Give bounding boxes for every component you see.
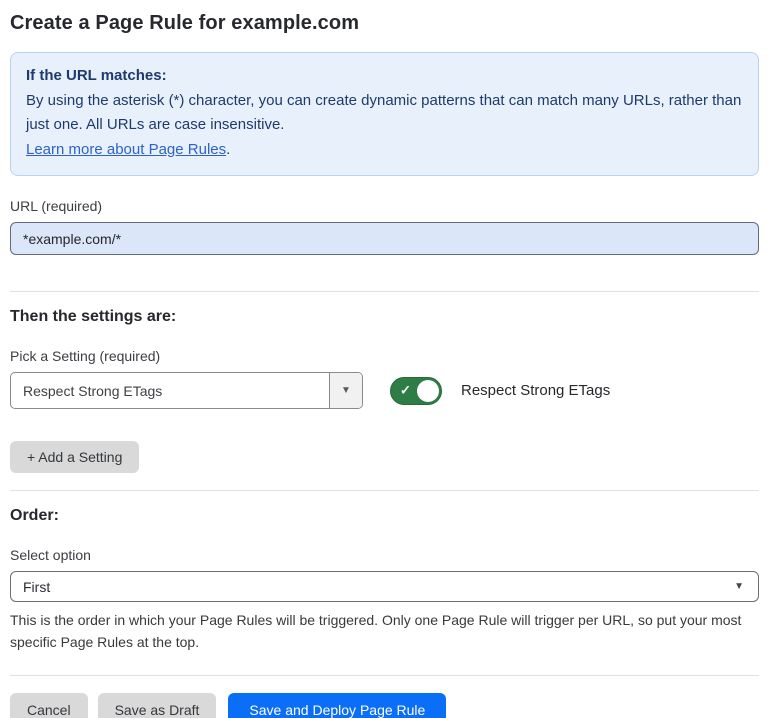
save-draft-button[interactable]: Save as Draft — [98, 693, 217, 718]
setting-row: Respect Strong ETags ▼ ✓ Respect Strong … — [10, 372, 759, 409]
info-box-body: By using the asterisk (*) character, you… — [26, 89, 743, 137]
create-page-rule-form: Create a Page Rule for example.com If th… — [0, 0, 769, 718]
url-match-info-box: If the URL matches: By using the asteris… — [10, 52, 759, 176]
order-section-heading: Order: — [10, 507, 759, 525]
learn-more-link[interactable]: Learn more about Page Rules — [26, 141, 226, 158]
footer-actions: Cancel Save as Draft Save and Deploy Pag… — [10, 693, 759, 718]
order-select-value: First — [23, 579, 50, 595]
setting-select[interactable]: Respect Strong ETags ▼ — [10, 372, 363, 409]
divider — [10, 675, 759, 676]
divider — [10, 291, 759, 292]
order-select[interactable]: First ▼ — [10, 571, 759, 602]
order-help-text: This is the order in which your Page Rul… — [10, 609, 759, 653]
cancel-button[interactable]: Cancel — [10, 693, 88, 718]
chevron-down-icon[interactable]: ▼ — [329, 373, 362, 408]
info-box-link-line: Learn more about Page Rules. — [26, 138, 743, 162]
settings-section-heading: Then the settings are: — [10, 308, 759, 326]
setting-select-value: Respect Strong ETags — [11, 373, 329, 408]
info-box-heading: If the URL matches: — [26, 64, 743, 88]
page-title: Create a Page Rule for example.com — [10, 12, 759, 35]
toggle-label: Respect Strong ETags — [461, 382, 610, 399]
pick-setting-label: Pick a Setting (required) — [10, 348, 759, 364]
url-input[interactable] — [10, 222, 759, 255]
link-suffix: . — [226, 141, 230, 158]
order-select-label: Select option — [10, 547, 759, 563]
url-field-label: URL (required) — [10, 198, 759, 214]
setting-toggle[interactable]: ✓ — [390, 377, 442, 405]
chevron-down-icon: ▼ — [734, 581, 744, 592]
check-icon: ✓ — [400, 382, 411, 398]
toggle-knob — [417, 380, 439, 402]
divider — [10, 490, 759, 491]
add-setting-button[interactable]: + Add a Setting — [10, 441, 139, 473]
save-deploy-button[interactable]: Save and Deploy Page Rule — [228, 693, 446, 718]
